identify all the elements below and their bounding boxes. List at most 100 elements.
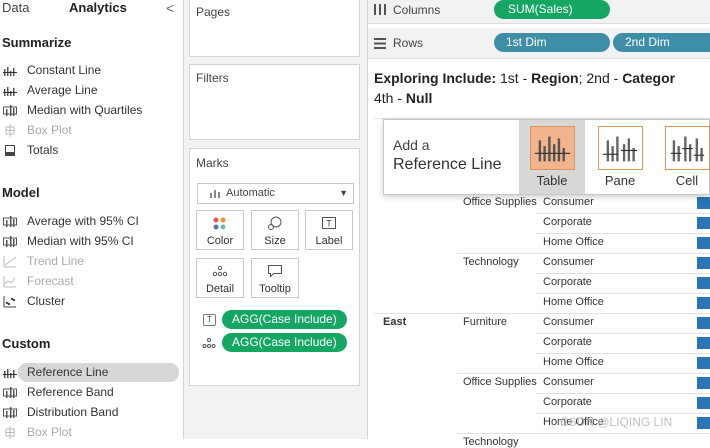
sales-bar[interactable]	[697, 257, 710, 269]
analytics-item-label: Box Plot	[27, 123, 72, 137]
category-label: Office Supplies	[463, 376, 537, 388]
collapse-pane-icon[interactable]: <	[166, 0, 174, 16]
sales-bar[interactable]	[697, 237, 710, 249]
title-region: Region	[531, 70, 579, 86]
columns-shelf[interactable]: Columns SUM(Sales)	[368, 0, 710, 24]
row-divider	[536, 273, 710, 274]
popup-title-line2: Reference Line	[393, 156, 502, 173]
color-icon	[213, 217, 226, 230]
option-cell[interactable]: Cell	[654, 120, 710, 194]
analytics-item-median-quartiles[interactable]: Median with Quartiles	[0, 101, 180, 120]
analytics-item-label: Totals	[27, 143, 59, 157]
chevron-down-icon: ▼	[339, 188, 348, 198]
sales-bar[interactable]	[697, 217, 710, 229]
option-table[interactable]: Table	[519, 120, 585, 194]
columns-pill[interactable]: SUM(Sales)	[494, 0, 610, 19]
sales-bar[interactable]	[697, 357, 710, 369]
analytics-item-label: Forecast	[27, 274, 74, 288]
rows-pill-1st-dim[interactable]: 1st Dim	[494, 33, 610, 52]
text-label-icon: T	[322, 217, 336, 229]
mark-type-dropdown[interactable]: Automatic ▼	[197, 183, 354, 204]
segment-label: Corporate	[543, 396, 592, 408]
group-divider	[457, 373, 710, 374]
filters-card[interactable]: Filters	[189, 64, 360, 140]
analytics-item-label: Average with 95% CI	[27, 214, 139, 228]
analytics-item-reference-line[interactable]: Reference Line	[3, 363, 179, 382]
tab-analytics[interactable]: Analytics	[69, 0, 127, 15]
sales-bar[interactable]	[697, 317, 710, 329]
analytics-item-label: Cluster	[27, 294, 66, 308]
category-label: Office Supplies	[463, 196, 537, 208]
analytics-item-forecast: Forecast	[0, 272, 180, 291]
pages-card-title: Pages	[196, 5, 231, 19]
cards-pane: Pages Filters Marks Automatic ▼ Color Si…	[184, 0, 368, 439]
section-title-summarize: Summarize	[2, 35, 72, 50]
detail-button[interactable]: Detail	[196, 258, 244, 298]
marks-pill-detail[interactable]: AGG(Case Include)	[222, 333, 347, 352]
analytics-item-label: Box Plot	[27, 425, 72, 439]
average-line-icon	[3, 87, 17, 96]
sales-bar[interactable]	[697, 417, 710, 429]
analytics-item-label: Average Line	[27, 83, 98, 97]
analytics-item-totals[interactable]: Totals	[0, 141, 180, 160]
segment-label: Corporate	[543, 216, 592, 228]
mark-type-label: Automatic	[226, 187, 275, 199]
label-button-label: Label	[315, 235, 343, 247]
cluster-icon	[3, 296, 16, 308]
tab-data[interactable]: Data	[2, 0, 29, 15]
tooltip-button[interactable]: Tooltip	[251, 258, 299, 298]
tooltip-icon	[268, 265, 282, 278]
sales-bar[interactable]	[697, 277, 710, 289]
title-part: ; 2nd -	[578, 70, 623, 86]
analytics-item-label: Distribution Band	[27, 405, 119, 419]
sales-bar[interactable]	[697, 197, 710, 209]
analytics-item-box-plot-custom: Box Plot	[0, 423, 180, 442]
region-label: East	[383, 316, 407, 328]
row-divider	[536, 293, 710, 294]
sheet-title: Exploring Include: 1st - Region; 2nd - C…	[374, 68, 710, 108]
detail-button-label: Detail	[205, 283, 235, 295]
color-button-label: Color	[206, 235, 234, 247]
sales-bar[interactable]	[697, 337, 710, 349]
color-button[interactable]: Color	[196, 210, 244, 250]
analytics-item-average-line[interactable]: Average Line	[0, 81, 180, 100]
analytics-item-average-ci[interactable]: Average with 95% CI	[0, 212, 180, 231]
group-divider	[457, 253, 710, 254]
tooltip-button-label: Tooltip	[259, 283, 291, 295]
segment-label: Home Office	[543, 236, 604, 248]
view-area: Columns SUM(Sales) Rows 1st Dim 2nd Dim …	[368, 0, 710, 448]
analytics-item-cluster[interactable]: Cluster	[0, 292, 180, 311]
cell-scope-icon	[665, 126, 710, 170]
sales-bar[interactable]	[697, 397, 710, 409]
row-divider	[536, 393, 710, 394]
size-button[interactable]: Size	[251, 210, 299, 250]
sales-bar[interactable]	[697, 377, 710, 389]
rows-shelf[interactable]: Rows 1st Dim 2nd Dim	[368, 28, 710, 59]
title-prefix: Exploring Include:	[374, 70, 497, 86]
analytics-item-reference-band[interactable]: Reference Band	[0, 383, 180, 402]
table-scope-icon	[530, 126, 575, 170]
category-label: Technology	[463, 436, 519, 448]
analytics-item-label: Reference Band	[27, 385, 114, 399]
analytics-item-distribution-band[interactable]: Distribution Band	[0, 403, 180, 422]
label-button[interactable]: T Label	[305, 210, 353, 250]
row-divider	[536, 213, 710, 214]
segment-label: Consumer	[543, 376, 594, 388]
analytics-item-label: Median with Quartiles	[27, 103, 143, 117]
title-part: 1st -	[496, 70, 532, 86]
option-pane[interactable]: Pane	[587, 120, 653, 194]
segment-label: Corporate	[543, 336, 592, 348]
title-category: Categor	[622, 70, 676, 86]
trend-line-icon	[3, 256, 17, 268]
marks-pill-label[interactable]: AGG(Case Include)	[222, 310, 347, 329]
sales-bar[interactable]	[697, 297, 710, 309]
segment-label: Home Office	[543, 356, 604, 368]
rows-pill-2nd-dim[interactable]: 2nd Dim	[613, 33, 710, 52]
title-part: 4th -	[374, 90, 406, 106]
analytics-item-constant-line[interactable]: Constant Line	[0, 61, 180, 80]
columns-shelf-label: Columns	[393, 3, 441, 17]
analytics-item-median-ci[interactable]: Median with 95% CI	[0, 232, 180, 251]
option-pane-label: Pane	[604, 173, 636, 188]
pages-card[interactable]: Pages	[189, 0, 360, 57]
columns-icon	[374, 4, 386, 15]
